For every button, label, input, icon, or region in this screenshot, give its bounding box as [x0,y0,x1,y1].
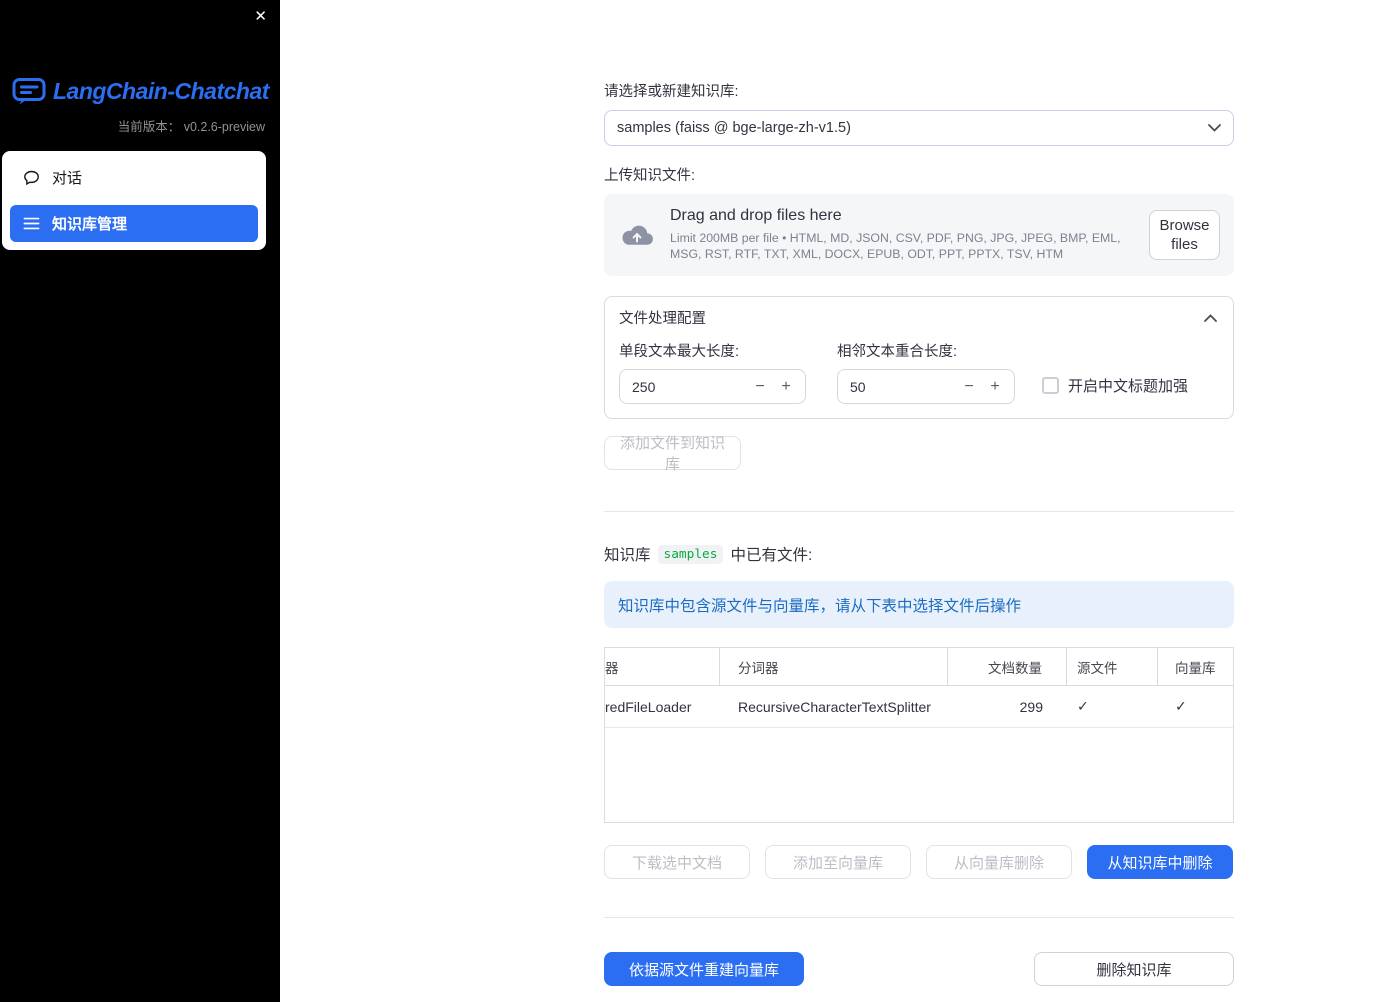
file-dropzone[interactable]: Drag and drop files here Limit 200MB per… [604,194,1234,276]
overlap-group: 相邻文本重合长度: 50 − + [837,340,1015,404]
file-config-expander: 文件处理配置 单段文本最大长度: 250 − + 相邻文本重合长度: 50 − … [604,296,1234,419]
upload-cloud-icon [622,225,653,245]
kb-files-prefix: 知识库 [604,547,651,564]
checkbox-label: 开启中文标题加强 [1068,378,1189,395]
sidebar-menu: 对话 知识库管理 [2,151,266,250]
minus-button[interactable]: − [956,378,982,396]
cell-doc-count: 299 [1019,698,1043,715]
column-header-splitter: 分词器 [720,648,948,685]
sidebar-item-label: 对话 [52,170,83,187]
main-area: 请选择或新建知识库: samples (faiss @ bge-large-zh… [280,0,1380,1002]
content-column: 请选择或新建知识库: samples (faiss @ bge-large-zh… [604,0,1234,986]
logo-chat-icon [12,78,46,105]
column-header-vector-store: 向量库 [1175,660,1216,676]
add-files-to-kb-button[interactable]: 添加文件到知识库 [604,435,741,473]
delete-kb-button[interactable]: 删除知识库 [1034,952,1234,986]
remove-from-vector-store-button[interactable]: 从向量库删除 [926,845,1072,879]
cell-splitter: RecursiveCharacterTextSplitter [738,698,931,715]
max-length-label: 单段文本最大长度: [619,344,740,360]
kb-files-suffix: 中已有文件: [730,547,813,564]
cell-source-file-check: ✓ [1077,698,1089,714]
overlap-label: 相邻文本重合长度: [837,344,958,360]
download-selected-button[interactable]: 下载选中文档 [604,845,750,879]
overlap-value: 50 [850,378,866,395]
sidebar-item-knowledge-base[interactable]: 知识库管理 [10,205,258,242]
logo-text: LangChain-Chatchat [53,77,269,104]
list-icon [23,217,40,230]
upload-label: 上传知识文件: [604,168,696,184]
chevron-down-icon [1208,124,1221,132]
dropzone-limit: Limit 200MB per file • HTML, MD, JSON, C… [670,231,1121,261]
version-label: 当前版本： v0.2.6-preview [117,120,265,134]
plus-button[interactable]: + [773,378,799,396]
kb-name-code: samples [657,544,724,564]
chinese-title-checkbox[interactable]: 开启中文标题加强 [1042,375,1188,396]
kb-files-heading: 知识库 samples 中已有文件: [604,543,1234,565]
dropzone-title: Drag and drop files here [670,207,842,225]
checkbox-box[interactable] [1042,377,1059,394]
kb-actions-row: 依据源文件重建向量库 删除知识库 [604,952,1234,986]
max-length-input[interactable]: 250 − + [619,369,806,404]
info-banner: 知识库中包含源文件与向量库，请从下表中选择文件后操作 [604,581,1234,628]
max-length-value: 250 [632,378,656,395]
table-row[interactable]: redFileLoader RecursiveCharacterTextSpli… [605,686,1233,728]
sidebar: ✕ LangChain-Chatchat 当前版本： v0.2.6-previe… [0,0,280,1002]
sidebar-item-label: 知识库管理 [52,216,128,233]
expander-body: 单段文本最大长度: 250 − + 相邻文本重合长度: 50 − + 开启中文标… [605,332,1233,418]
expander-header[interactable]: 文件处理配置 [605,297,1233,332]
overlap-input[interactable]: 50 − + [837,369,1015,404]
column-header-loader: 器 [605,648,720,685]
chevron-up-icon [1204,313,1217,322]
kb-select-label: 请选择或新建知识库: [604,84,739,100]
dropzone-text: Drag and drop files here Limit 200MB per… [670,207,1149,263]
kb-select[interactable]: samples (faiss @ bge-large-zh-v1.5) [604,110,1234,146]
expander-title: 文件处理配置 [619,311,706,327]
table-header-row: 器 分词器 文档数量 源文件 向量库 [605,648,1233,686]
column-header-source-file: 源文件 [1067,648,1158,685]
divider [604,917,1234,918]
kb-select-value: samples (faiss @ bge-large-zh-v1.5) [617,120,851,136]
sidebar-close-icon[interactable]: ✕ [254,8,267,26]
files-table[interactable]: 器 分词器 文档数量 源文件 向量库 redFileLoader Recursi… [604,647,1234,823]
file-actions-row: 下载选中文档 添加至向量库 从向量库删除 从知识库中删除 [604,845,1234,879]
cell-vector-store-check: ✓ [1175,698,1187,714]
minus-button[interactable]: − [747,378,773,396]
column-header-doc-count: 文档数量 [948,648,1067,685]
sidebar-item-dialogue[interactable]: 对话 [10,159,258,196]
logo: LangChain-Chatchat [0,76,280,106]
delete-from-kb-button[interactable]: 从知识库中删除 [1087,845,1233,879]
chat-bubble-icon [24,170,39,186]
add-to-vector-store-button[interactable]: 添加至向量库 [765,845,911,879]
divider [604,511,1234,512]
max-length-group: 单段文本最大长度: 250 − + [619,340,806,404]
cell-loader: redFileLoader [605,698,692,715]
plus-button[interactable]: + [982,378,1008,396]
rebuild-vector-store-button[interactable]: 依据源文件重建向量库 [604,952,804,986]
browse-files-button[interactable]: Browse files [1149,210,1220,260]
